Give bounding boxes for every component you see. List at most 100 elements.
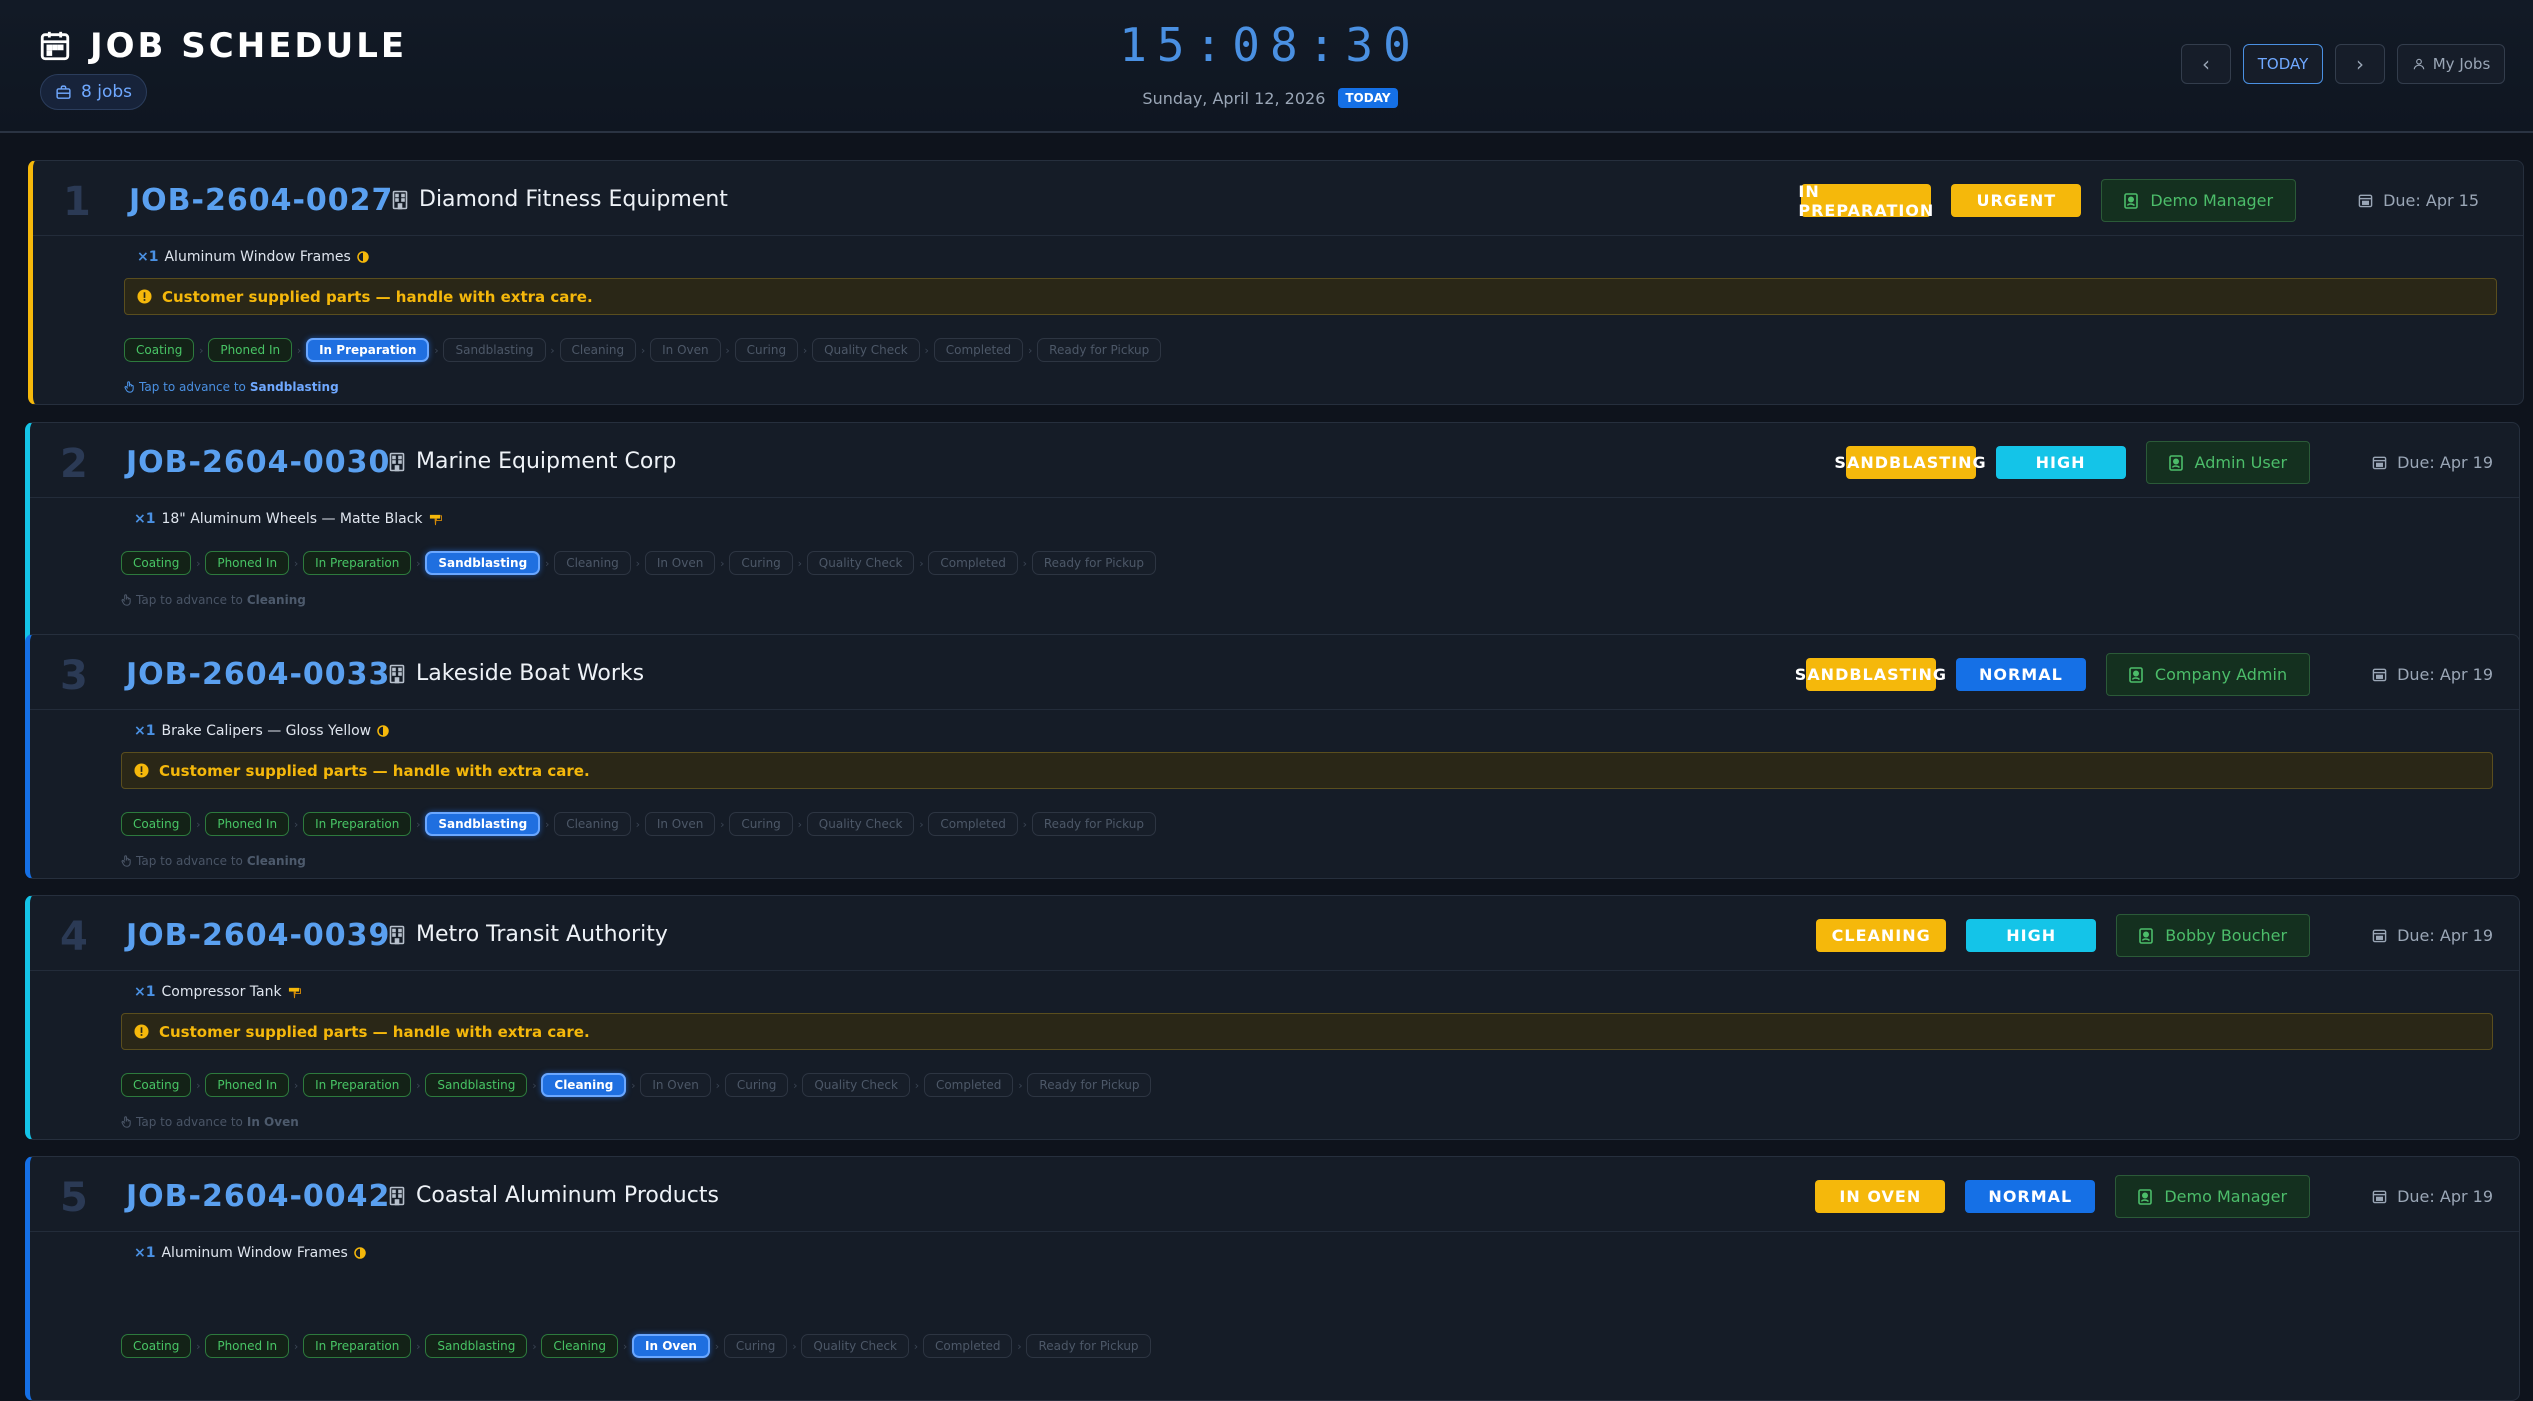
current-date: Sunday, April 12, 2026 [1142, 88, 1326, 108]
stage-chip: Coating [124, 338, 195, 362]
job-card[interactable]: 2 JOB-2604-0030 Marine Equipment Corp SANDB… [25, 422, 2520, 667]
due-date-label: Due: Apr 15 [2383, 191, 2479, 210]
stage-chip: Completed [933, 338, 1024, 362]
item-quantity: ×1 [134, 723, 156, 739]
calendar-icon [2372, 929, 2387, 943]
job-card[interactable]: 1 JOB-2604-0027 Diamond Fitness Equipment I… [28, 160, 2524, 405]
assignee-button[interactable]: Demo Manager [2101, 179, 2297, 222]
stage-chip[interactable]: In Oven [640, 1073, 711, 1097]
my-jobs-button[interactable]: My Jobs [2397, 44, 2505, 84]
job-index: 2 [60, 441, 88, 487]
job-id[interactable]: JOB-2604-0039 [126, 918, 390, 953]
handling-notice: Customer supplied parts — handle with ex… [124, 278, 2497, 315]
stage-separator-icon: › [1027, 343, 1033, 357]
stage-chip[interactable]: Curing [723, 1334, 788, 1358]
divider [30, 709, 2519, 710]
today-button[interactable]: TODAY [2243, 44, 2323, 84]
calendar-icon [2372, 668, 2387, 682]
next-stage-name: In Oven [246, 1115, 299, 1129]
due-date: Due: Apr 19 [2372, 1187, 2493, 1206]
status-badge: CLEANING [1816, 919, 1947, 952]
stage-chip: Quality Check [801, 1334, 909, 1358]
job-meta: SANDBLASTING NORMAL Company Admin Due: Apr … [1795, 653, 2493, 696]
stage-separator-icon: › [919, 817, 924, 831]
prev-day-button[interactable]: ‹ [2181, 44, 2231, 84]
alert-circle-icon [134, 763, 149, 778]
stage-chip: Ready for Pickup [1031, 551, 1156, 575]
job-card[interactable]: 5 JOB-2604-0042 Coastal Aluminum Products I… [25, 1156, 2520, 1401]
stage-separator-icon: › [196, 556, 201, 570]
id-badge-icon [2138, 1188, 2153, 1205]
line-item: ×1 Compressor Tank [134, 984, 301, 1000]
stage-chip: Sandblasting [425, 551, 541, 575]
job-id[interactable]: JOB-2604-0033 [126, 657, 390, 692]
due-date-label: Due: Apr 19 [2397, 665, 2493, 684]
divider [30, 497, 2519, 498]
priority-badge: URGENT [1951, 184, 2082, 217]
stage-chip[interactable]: Sandblasting [443, 338, 546, 362]
job-index: 4 [60, 914, 88, 960]
job-id[interactable]: JOB-2604-0042 [126, 1179, 390, 1214]
stage-chip[interactable]: Cleaning [554, 812, 631, 836]
stage-separator-icon: › [640, 343, 646, 357]
job-card[interactable]: 4 JOB-2604-0039 Metro Transit Authority CLE… [25, 895, 2520, 1140]
stage-separator-icon: › [913, 1339, 919, 1353]
half-circle-icon [354, 1247, 366, 1259]
priority-badge: HIGH [1995, 446, 2126, 479]
assignee-button[interactable]: Demo Manager [2115, 1175, 2311, 1218]
id-badge-icon [2129, 666, 2143, 683]
handling-notice: Customer supplied parts — handle with ex… [121, 752, 2493, 789]
item-quantity: ×1 [137, 249, 159, 265]
due-date: Due: Apr 15 [2358, 191, 2479, 210]
date-row: Sunday, April 12, 2026 TODAY [1100, 88, 1440, 108]
stage-chip: Phoned In [205, 812, 290, 836]
stage-progress: Coating › Phoned In › In Preparation › Sandbla… [121, 1073, 1152, 1097]
divider [33, 235, 2523, 236]
stage-separator-icon: › [720, 556, 725, 570]
status-badge: IN PREPARATION [1798, 181, 1935, 220]
stage-separator-icon: › [293, 1078, 299, 1092]
stage-chip: In Preparation [303, 812, 412, 836]
stage-progress: Coating › Phoned In › In Preparation › Sandbla… [121, 551, 1156, 575]
stage-separator-icon: › [631, 1078, 636, 1092]
building-icon [389, 1186, 405, 1205]
customer: Marine Equipment Corp [388, 449, 676, 474]
header: JOB SCHEDULE 8 jobs 15:08:30 Sunday, Apr… [0, 0, 2533, 133]
job-meta: IN OVEN NORMAL Demo Manager Due: Apr 19 [1815, 1175, 2493, 1218]
alert-circle-icon [134, 1024, 149, 1039]
line-item: ×1 Aluminum Window Frames [137, 249, 369, 265]
advance-stage-hint[interactable]: Tap to advance to In Oven [121, 1115, 299, 1129]
stage-separator-icon: › [720, 817, 725, 831]
building-icon [389, 452, 405, 471]
stage-chip[interactable]: Cleaning [554, 551, 631, 575]
assignee-button[interactable]: Admin User [2145, 441, 2311, 484]
stage-chip: Ready for Pickup [1031, 812, 1156, 836]
next-day-button[interactable]: › [2335, 44, 2385, 84]
stage-progress: Coating › Phoned In › In Preparation › Sandbla… [121, 1334, 1151, 1358]
stage-chip: In Oven [644, 551, 716, 575]
stage-chip: Cleaning [559, 338, 637, 362]
stage-separator-icon: › [725, 343, 730, 357]
date-navigation: ‹ TODAY › My Jobs [2181, 44, 2505, 84]
calendar-icon [2358, 194, 2373, 208]
advance-stage-hint[interactable]: Tap to advance to Cleaning [121, 593, 306, 607]
assignee-button[interactable]: Company Admin [2105, 653, 2311, 696]
job-card[interactable]: 3 JOB-2604-0033 Lakeside Boat Works SANDBLA… [25, 634, 2520, 879]
due-date: Due: Apr 19 [2372, 665, 2493, 684]
job-id[interactable]: JOB-2604-0030 [126, 445, 390, 480]
stage-separator-icon: › [544, 556, 550, 570]
job-id[interactable]: JOB-2604-0027 [129, 183, 393, 218]
hand-pointer-icon [121, 594, 131, 606]
stage-separator-icon: › [296, 343, 302, 357]
advance-stage-hint[interactable]: Tap to advance to Sandblasting [124, 380, 339, 394]
stage-separator-icon: › [196, 817, 201, 831]
assignee-button[interactable]: Bobby Boucher [2116, 914, 2311, 957]
calendar-icon [2372, 1190, 2387, 1204]
job-index: 1 [63, 179, 91, 225]
customer-name: Metro Transit Authority [416, 922, 668, 947]
stage-chip: Cleaning [541, 1073, 627, 1097]
stage-chip: In Oven [650, 338, 721, 362]
stage-chip: In Oven [644, 812, 716, 836]
stage-chip: Completed [923, 1073, 1014, 1097]
advance-stage-hint[interactable]: Tap to advance to Cleaning [121, 854, 306, 868]
